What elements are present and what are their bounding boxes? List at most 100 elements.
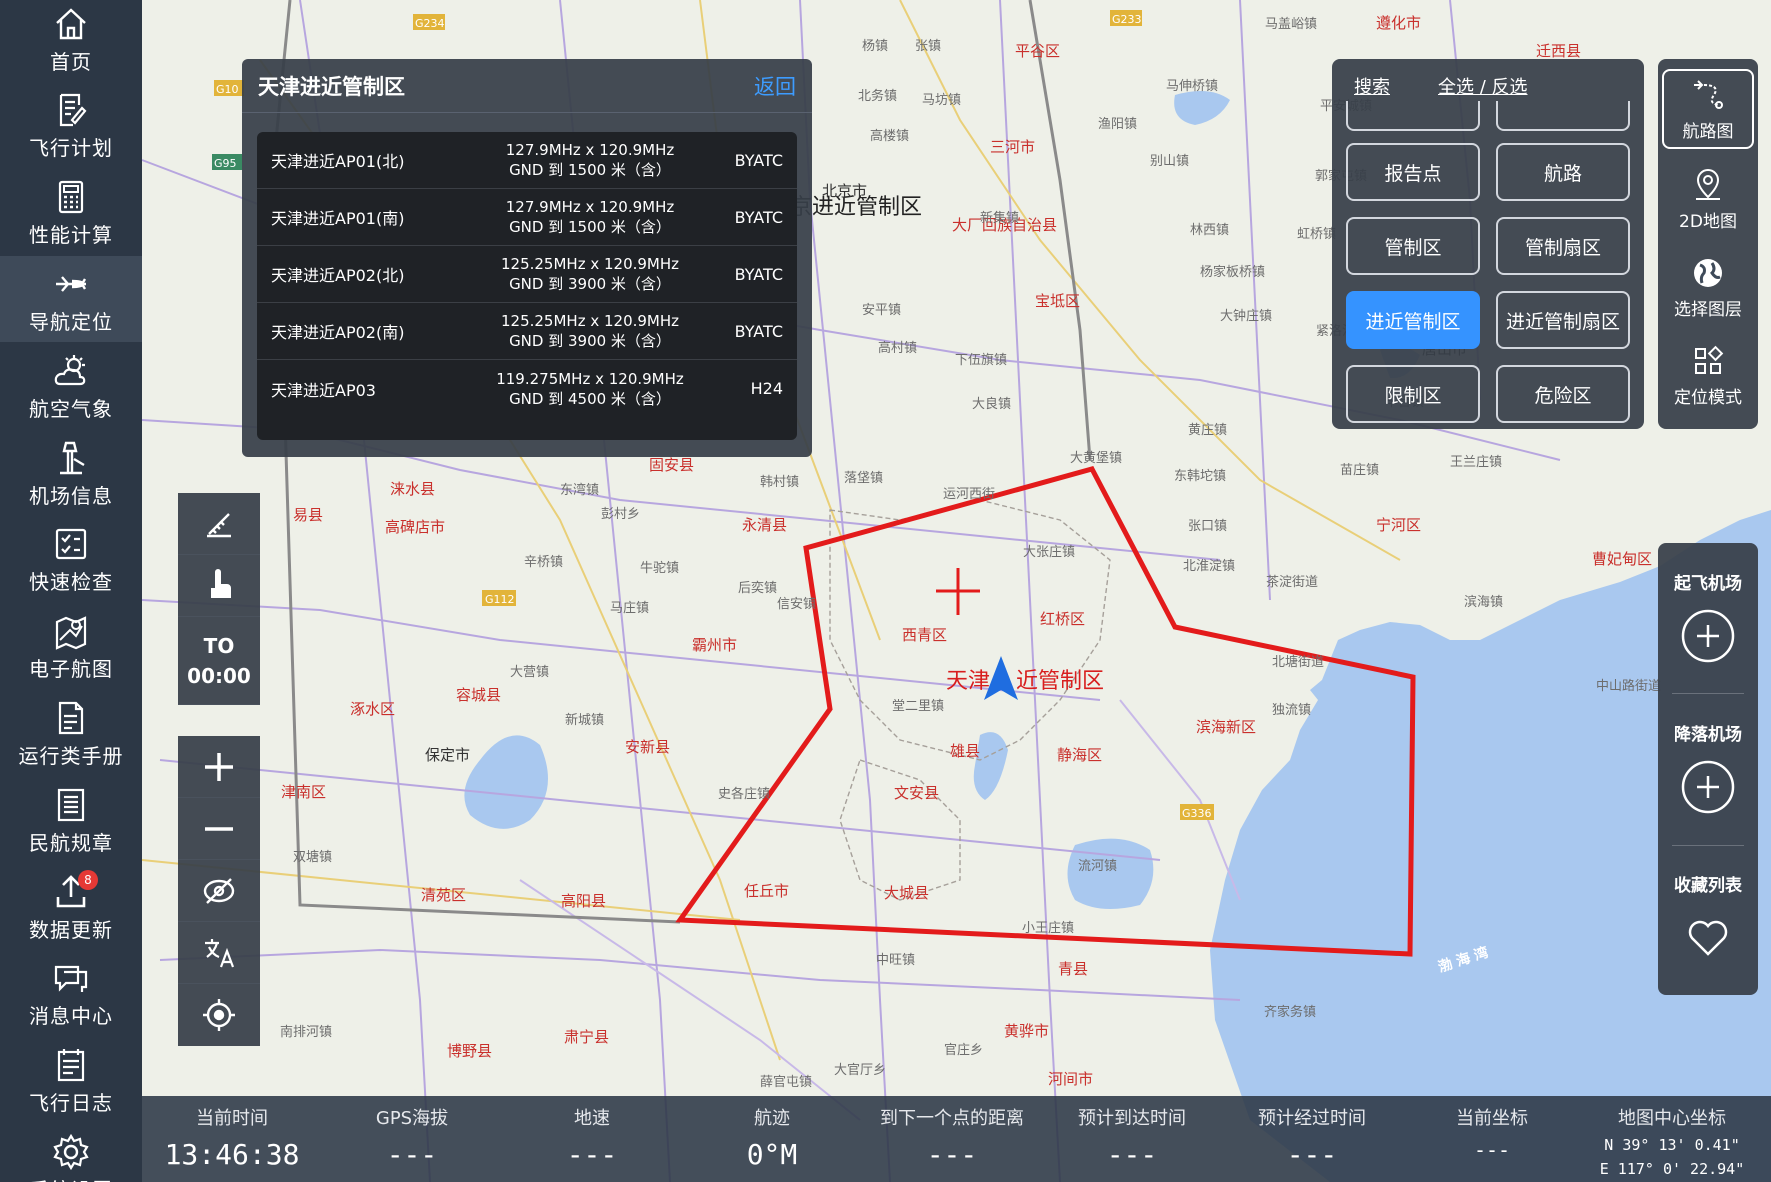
map-place-label: 遵化市: [1376, 14, 1421, 32]
map-place-label: 河间市: [1048, 1070, 1093, 1088]
weather-icon: [50, 351, 92, 391]
route-map-icon: [1694, 79, 1723, 109]
gps-altitude-label: GPS海拔: [375, 1108, 449, 1129]
map-place-label: 别山镇: [1150, 154, 1189, 169]
map-2d-button[interactable]: 2D地图: [1662, 157, 1754, 241]
sidebar-item-0[interactable]: 首页: [0, 0, 142, 82]
map-place-label: 王兰庄镇: [1450, 454, 1502, 470]
approach-sector-row[interactable]: 天津进近AP01(南) 127.9MHz x 120.9MHz GND 到 1500…: [257, 189, 797, 246]
sidebar-item-11[interactable]: 消息中心: [0, 951, 142, 1037]
map-place-label: 北务镇: [858, 88, 897, 104]
track-value: 0°M: [746, 1138, 798, 1171]
layer-button[interactable]: 航路: [1496, 143, 1630, 201]
sidebar-item-9[interactable]: 民航规章: [0, 777, 142, 863]
gear-icon: [50, 1132, 92, 1172]
map-place-label: 新城镇: [565, 712, 604, 728]
map-place-label: 落垡镇: [844, 471, 883, 486]
sidebar-item-7[interactable]: 电子航图: [0, 604, 142, 690]
layer-button[interactable]: 管制扇区: [1496, 217, 1630, 275]
svg-text:G112: G112: [485, 593, 515, 606]
route-map-button[interactable]: 航路图: [1662, 69, 1754, 149]
map-center-lon: E 117° 0' 22.94": [1599, 1160, 1745, 1178]
map-place-label: 史各庄镇: [718, 786, 770, 802]
touch-select-button[interactable]: [178, 555, 260, 617]
map-place-label: 黄庄镇: [1188, 422, 1227, 438]
current-coord-label: 当前坐标: [1456, 1108, 1528, 1129]
distance-next-label: 到下一个点的距离: [880, 1108, 1024, 1129]
layer-select-button[interactable]: 选择图层: [1662, 245, 1754, 329]
svg-text:G95: G95: [214, 157, 237, 170]
route-map-label: 航路图: [1682, 121, 1734, 142]
map-center-coord-label: 地图中心坐标: [1618, 1108, 1726, 1129]
sector-unit: BYATC: [734, 321, 783, 341]
map-place-label: 西青区: [902, 626, 947, 644]
measure-button[interactable]: [178, 493, 260, 555]
zoom-in-button[interactable]: [178, 736, 260, 798]
approach-sector-row[interactable]: 天津进近AP03 119.275MHz x 120.9MHz GND 到 4500 …: [257, 360, 797, 417]
ete-cell: 预计经过时间 ---: [1222, 1096, 1402, 1182]
approach-sector-row[interactable]: 天津进近AP02(南) 125.25MHz x 120.9MHz GND 到 390…: [257, 303, 797, 360]
map-place-label: 下伍旗镇: [955, 352, 1007, 368]
search-link[interactable]: 搜索: [1354, 73, 1390, 103]
sidebar-item-3[interactable]: 导航定位: [0, 256, 142, 343]
back-button[interactable]: 返回: [754, 71, 796, 101]
sidebar-item-10[interactable]: 8 数据更新: [0, 864, 142, 950]
layer-button[interactable]: 进近管制区: [1346, 291, 1480, 349]
sidebar-item-4[interactable]: 航空气象: [0, 343, 142, 429]
map-place-label: 马坊镇: [922, 93, 961, 108]
hide-overlay-button[interactable]: [178, 860, 260, 922]
sidebar-item-12[interactable]: 飞行日志: [0, 1038, 142, 1124]
sidebar-item-1[interactable]: 飞行计划: [0, 83, 142, 169]
zoom-out-button[interactable]: [178, 798, 260, 860]
approach-sector-row[interactable]: 天津进近AP02(北) 125.25MHz x 120.9MHz GND 到 390…: [257, 246, 797, 303]
layer-button[interactable]: 限制区: [1346, 365, 1480, 423]
locate-me-button[interactable]: [178, 984, 260, 1046]
approach-sector-row[interactable]: 天津进近AP01(北) 127.9MHz x 120.9MHz GND 到 1500…: [257, 132, 797, 189]
select-all-toggle-link[interactable]: 全选 / 反选: [1438, 73, 1528, 103]
add-landing-airport-icon[interactable]: [1680, 759, 1736, 815]
to-timer-button[interactable]: TO 00:00: [178, 617, 260, 705]
map-place-label: 青县: [1058, 960, 1088, 978]
map-place-label: 新集镇: [980, 210, 1019, 226]
airport-separator: [1672, 845, 1744, 846]
sector-frequency: 127.9MHz x 120.9MHz: [505, 141, 675, 159]
sidebar-item-2[interactable]: 性能计算: [0, 170, 142, 256]
translate-button[interactable]: [178, 922, 260, 984]
sidebar-item-5[interactable]: 机场信息: [0, 430, 142, 516]
airport-tower-icon: [50, 438, 92, 478]
layer-button[interactable]: 报告点: [1346, 143, 1480, 201]
layer-button-partial[interactable]: [1496, 101, 1630, 131]
sidebar-item-label: 数据更新: [29, 917, 113, 942]
add-takeoff-airport-icon[interactable]: [1680, 608, 1736, 664]
map-place-label: 渔阳镇: [1098, 117, 1137, 132]
map-place-label: 官庄乡: [944, 1042, 983, 1058]
sidebar-item-8[interactable]: 运行类手册: [0, 690, 142, 776]
sector-altitude-range: GND 到 1500 米（含）: [509, 161, 671, 179]
map-place-label: 红桥区: [1040, 610, 1085, 628]
map-place-label: 滨海新区: [1196, 718, 1256, 736]
ground-speed-label: 地速: [574, 1108, 610, 1129]
sidebar-item-6[interactable]: 快速检查: [0, 517, 142, 603]
locate-mode-button[interactable]: 定位模式: [1662, 333, 1754, 417]
map-place-label: 大良镇: [972, 396, 1011, 412]
checklist-icon: [50, 524, 92, 564]
map-place-label: 肃宁县: [564, 1028, 609, 1046]
heart-icon[interactable]: [1686, 916, 1730, 960]
map-place-label: 林西镇: [1190, 223, 1229, 238]
sector-frequency: 119.275MHz x 120.9MHz: [496, 369, 684, 388]
gps-altitude-value: ---: [386, 1138, 438, 1171]
layer-button[interactable]: 危险区: [1496, 365, 1630, 423]
map-place-label: 东韩坨镇: [1174, 468, 1226, 484]
sidebar-item-label: 首页: [50, 49, 92, 74]
layer-panel-toolbar: 搜索 全选 / 反选: [1354, 73, 1644, 103]
layer-button[interactable]: 管制区: [1346, 217, 1480, 275]
map-place-label: 大城县: [884, 884, 929, 902]
layer-button[interactable]: 进近管制扇区: [1496, 291, 1630, 349]
sidebar-item-13[interactable]: 系统设置: [0, 1124, 142, 1182]
ruler-icon: [207, 512, 231, 537]
to-time: 00:00: [187, 663, 251, 688]
sidebar-item-label: 性能计算: [29, 223, 113, 248]
eta-cell: 预计到达时间 ---: [1042, 1096, 1222, 1182]
map-place-label: 苗庄镇: [1340, 462, 1379, 478]
layer-button-partial[interactable]: [1346, 101, 1480, 131]
